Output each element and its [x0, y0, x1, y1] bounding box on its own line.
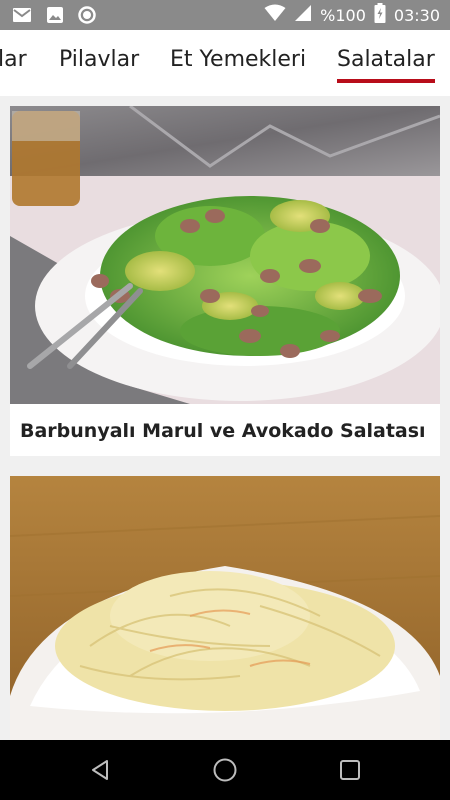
recipe-image[interactable]	[10, 106, 440, 404]
tab-salatalar[interactable]: Salatalar	[337, 47, 435, 72]
image-icon	[46, 6, 64, 29]
system-nav-bar	[0, 740, 450, 800]
recipe-list[interactable]: Barbunyalı Marul ve Avokado Salatası	[0, 96, 450, 740]
tab-pilavlar[interactable]: Pilavlar	[59, 47, 139, 72]
tab-previous[interactable]: lar	[0, 47, 27, 72]
mail-icon	[12, 7, 32, 28]
circle-icon	[78, 6, 96, 29]
status-bar: %100 03:30	[0, 0, 450, 30]
back-icon[interactable]	[86, 756, 114, 784]
tab-et-yemekleri[interactable]: Et Yemekleri	[170, 47, 306, 72]
battery-icon	[374, 2, 386, 28]
signal-icon	[294, 4, 312, 27]
home-icon[interactable]	[211, 756, 239, 784]
recipe-title[interactable]: Barbunyalı Marul ve Avokado Salatası	[20, 420, 426, 442]
battery-percent: %100	[320, 5, 366, 25]
wifi-icon	[264, 4, 286, 27]
recipe-card[interactable]: Barbunyalı Marul ve Avokado Salatası	[10, 106, 440, 456]
active-tab-indicator	[337, 79, 435, 83]
category-tab-bar: lar Pilavlar Et Yemekleri Salatalar	[0, 30, 450, 96]
recents-icon[interactable]	[336, 756, 364, 784]
recipe-card[interactable]	[10, 476, 440, 740]
recipe-image[interactable]	[10, 476, 440, 740]
clock: 03:30	[393, 5, 440, 25]
